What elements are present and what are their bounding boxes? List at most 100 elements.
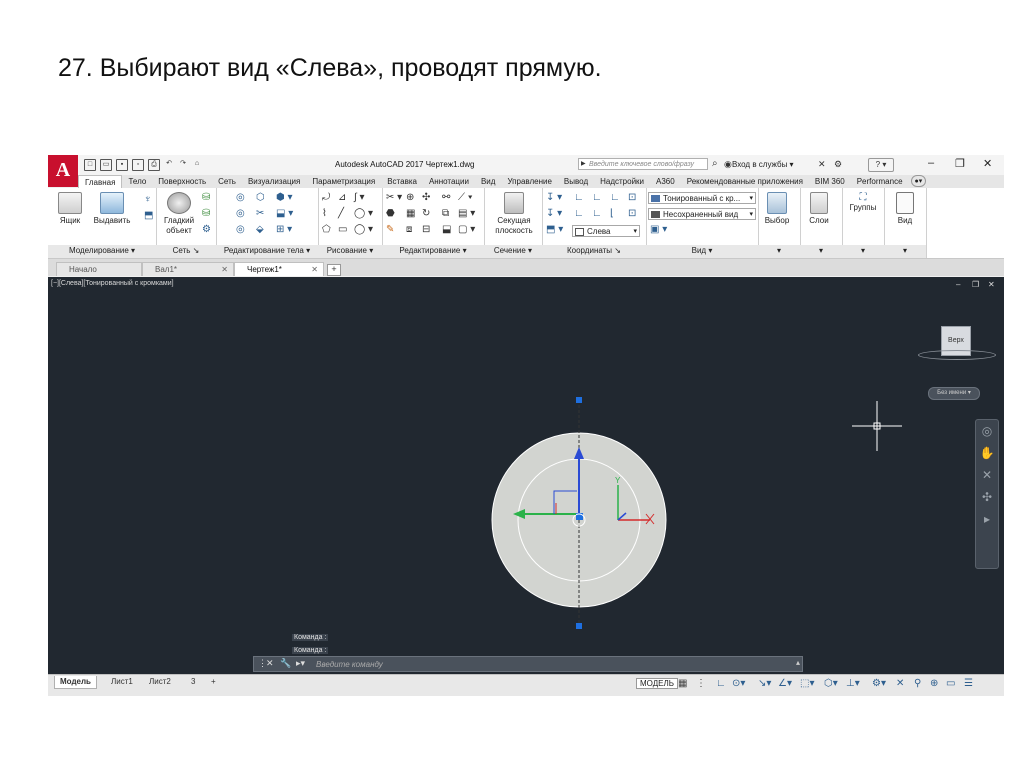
spline-icon[interactable]: ∫ ▾ (354, 192, 365, 204)
command-input[interactable]: Введите команду (316, 660, 383, 669)
selection-cycling-icon[interactable]: ⬡▾ (824, 678, 838, 689)
close-icon[interactable]: ✕ (221, 263, 228, 277)
groups-tool[interactable]: ⛶ Группы (846, 192, 880, 212)
shell-icon[interactable]: ⬣ (386, 208, 395, 220)
polysolid-icon[interactable]: ♆ (144, 194, 152, 206)
tab-manage[interactable]: Управление (501, 175, 557, 188)
ortho-icon[interactable]: ∟ (716, 678, 726, 689)
line-icon[interactable]: ⤾ (322, 192, 330, 204)
panel-modeling[interactable]: Моделирование ▾ (48, 245, 157, 258)
layout-tab-sheet2[interactable]: Лист2 (144, 676, 176, 688)
refine-mesh-icon[interactable]: ⚙ (202, 224, 211, 236)
osnap-icon[interactable]: ↘▾ (758, 678, 771, 689)
grip-top[interactable] (576, 397, 582, 403)
ucs-3point-icon[interactable]: ⊡ (628, 192, 636, 204)
panel-section[interactable]: Сечение ▾ (484, 245, 543, 258)
gizmo-icon[interactable]: ⊕ (406, 192, 414, 204)
polar-icon[interactable]: ⊙▾ (732, 678, 745, 689)
ucs-y-icon[interactable]: ∟ (592, 208, 602, 220)
drawing-viewport[interactable]: [−][Слева][Тонированный с кромками] – ❐ … (48, 277, 1004, 674)
hardware-accel-icon[interactable]: ⊕ (930, 678, 938, 689)
tab-visualize[interactable]: Визуализация (242, 175, 306, 188)
selection-tool[interactable]: Выбор (762, 192, 792, 225)
rotate-icon[interactable]: ↻ (422, 208, 430, 220)
command-history-scroll-icon[interactable]: ▴ (796, 658, 800, 667)
polyline-icon[interactable]: ⊿ (338, 192, 346, 204)
smooth-object-tool[interactable]: Гладкий объект (160, 192, 198, 236)
slice-icon[interactable]: ⬡ (256, 192, 265, 204)
panel-modify[interactable]: Редактирование ▾ (382, 245, 485, 258)
tab-bim360[interactable]: BIM 360 (809, 175, 851, 188)
viewport-config-icon[interactable]: ▣ ▾ (650, 224, 667, 236)
tab-a360[interactable]: A360 (650, 175, 681, 188)
tab-featured-apps[interactable]: Рекомендованные приложения (681, 175, 809, 188)
align-icon[interactable]: ⊟ (422, 224, 430, 236)
panel-groups[interactable]: ▾ (842, 245, 885, 258)
add-layout-button[interactable]: + (206, 676, 221, 688)
tab-insert[interactable]: Вставка (381, 175, 423, 188)
rotate-3d-icon[interactable]: ⚯ (442, 192, 450, 204)
array-icon[interactable]: ▤ ▾ (458, 208, 475, 220)
grid-icon[interactable]: ▦ (678, 678, 687, 689)
ucs-named-icon[interactable]: ↧ ▾ (546, 208, 562, 220)
command-prompt-icon[interactable]: ▸▾ (296, 658, 305, 669)
smooth-less-icon[interactable]: ⛁ (202, 208, 210, 220)
ucs-object-icon[interactable]: ⊡ (628, 208, 636, 220)
offset-icon[interactable]: ⧈ (406, 224, 412, 236)
close-icon[interactable]: ✕ (266, 658, 274, 669)
layers-tool[interactable]: Слои (804, 192, 834, 225)
panel-coordinates[interactable]: Координаты ↘ (542, 245, 647, 258)
undo-icon[interactable]: ↶ (164, 159, 174, 169)
model-space-button[interactable]: МОДЕЛЬ (636, 678, 678, 689)
erase-icon[interactable]: ▢ ▾ (458, 224, 475, 236)
maximize-button[interactable]: ❐ (955, 157, 965, 170)
print-icon[interactable]: ⎙ (148, 159, 160, 171)
new-file-icon[interactable]: □ (84, 159, 96, 171)
exchange-icon[interactable]: ✕ (818, 159, 826, 170)
circle-icon[interactable]: ◯ ▾ (354, 208, 373, 220)
section-plane-tool[interactable]: Секущая плоскость (488, 192, 540, 236)
polygon-icon[interactable]: ⬠ (322, 224, 331, 236)
save-icon[interactable]: ▪ (116, 159, 128, 171)
panel-view[interactable]: Вид ▾ (646, 245, 759, 258)
file-tab-val1[interactable]: Вал1* ✕ (142, 262, 234, 276)
tab-home[interactable]: Главная (78, 175, 123, 189)
tab-addins[interactable]: Надстройки (594, 175, 650, 188)
thicken-icon[interactable]: ⬙ (256, 224, 264, 236)
move-icon[interactable]: ✣ (422, 192, 430, 204)
hatch-icon[interactable]: ▦ (406, 208, 415, 220)
panel-mesh[interactable]: Сеть ↘ (156, 245, 217, 258)
isolate-icon[interactable]: ⚲ (914, 678, 921, 689)
minimize-button[interactable]: – (928, 157, 934, 169)
extract-edges-icon[interactable]: ⬢ ▾ (276, 192, 293, 204)
rectangle-icon[interactable]: ▭ (338, 224, 347, 236)
workspace-icon[interactable]: ✕ (896, 678, 904, 689)
tab-output[interactable]: Вывод (558, 175, 594, 188)
open-file-icon[interactable]: ▭ (100, 159, 112, 171)
visual-style-dropdown[interactable]: Тонированный с кр... ▾ (648, 192, 756, 204)
customize-wrench-icon[interactable]: 🔧 (280, 658, 291, 669)
panel-draw[interactable]: Рисование ▾ (318, 245, 383, 258)
panel-layers[interactable]: ▾ (800, 245, 843, 258)
signin-button[interactable]: Вход в службы ▾ (732, 160, 794, 169)
fillet-icon[interactable]: ⟋ ▾ (458, 192, 473, 204)
union-icon[interactable]: ◎ (236, 192, 245, 204)
otrack-icon[interactable]: ∠▾ (778, 678, 792, 689)
layout-tab-sheet3[interactable]: 3 (186, 676, 200, 688)
tab-performance[interactable]: Performance (851, 175, 909, 188)
file-tab-start[interactable]: Начало (56, 262, 142, 276)
tab-parametric[interactable]: Параметризация (306, 175, 381, 188)
close-icon[interactable]: ✕ (983, 157, 992, 170)
snap-icon[interactable]: ⋮ (696, 678, 706, 689)
customize-icon[interactable]: ☰ (964, 678, 973, 689)
gizmo-toggle-icon[interactable]: ⊥▾ (846, 678, 860, 689)
close-icon[interactable]: ✕ (311, 263, 318, 277)
ucs-origin-icon[interactable]: ∟ (592, 192, 602, 204)
tab-solid[interactable]: Тело (122, 175, 152, 188)
search-icon[interactable]: ⌕ (712, 158, 718, 169)
redo-icon[interactable]: ↷ (178, 159, 188, 169)
ellipse-icon[interactable]: ◯ ▾ (354, 224, 373, 236)
box-tool[interactable]: Ящик (56, 192, 84, 225)
ucs-face-icon[interactable]: ⌊ (610, 208, 614, 220)
copy-icon[interactable]: ⧉ (442, 208, 449, 220)
